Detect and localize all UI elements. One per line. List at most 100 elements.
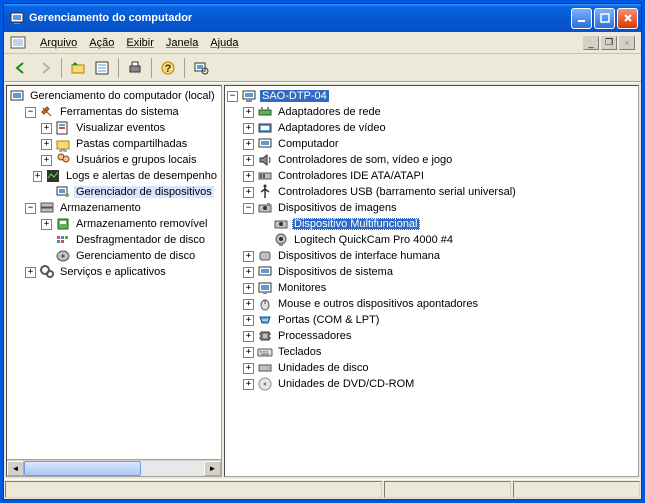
expand-toggle[interactable]: + (41, 219, 52, 230)
device-system[interactable]: +Dispositivos de sistema (227, 264, 636, 280)
tree-root[interactable]: Gerenciamento do computador (local) (9, 88, 219, 104)
device-imaging[interactable]: −Dispositivos de imagens (227, 200, 636, 216)
computer-management-window: Gerenciamento do computador Arquivo Ação… (3, 3, 642, 500)
minimize-button[interactable] (571, 8, 592, 29)
collapse-toggle[interactable]: − (243, 203, 254, 214)
tree-event-viewer[interactable]: + Visualizar eventos (9, 120, 219, 136)
tree-defrag[interactable]: Desfragmentador de disco (9, 232, 219, 248)
device-dvd-drives[interactable]: +Unidades de DVD/CD-ROM (227, 376, 636, 392)
device-mice[interactable]: +Mouse e outros dispositivos apontadores (227, 296, 636, 312)
right-pane: − SAO-DTP-04 +Adaptadores de rede +Adapt… (224, 85, 639, 477)
mmc-icon (10, 35, 26, 51)
device-computer[interactable]: + Computador (227, 136, 636, 152)
tree-device-manager[interactable]: Gerenciador de dispositivos (9, 184, 219, 200)
expand-toggle[interactable]: + (243, 379, 254, 390)
svg-text:?: ? (165, 63, 172, 75)
properties-button[interactable] (91, 57, 113, 79)
menu-ajuda[interactable]: Ajuda (204, 35, 244, 51)
node-label: Dispositivos de interface humana (276, 250, 442, 262)
device-multifunctional[interactable]: Dispositivo Multifuncional (227, 216, 636, 232)
scroll-thumb[interactable] (24, 461, 141, 476)
device-disk-drives[interactable]: +Unidades de disco (227, 360, 636, 376)
menu-arquivo[interactable]: Arquivo (34, 35, 83, 51)
webcam-icon (273, 232, 289, 248)
node-label: Computador (276, 138, 341, 150)
tree-system-tools[interactable]: − Ferramentas do sistema (9, 104, 219, 120)
scroll-left-button[interactable]: ◄ (7, 461, 24, 476)
expand-toggle[interactable]: + (33, 171, 42, 182)
expand-toggle[interactable]: + (243, 155, 254, 166)
device-ports[interactable]: +Portas (COM & LPT) (227, 312, 636, 328)
collapse-toggle[interactable]: − (25, 107, 36, 118)
device-keyboards[interactable]: +Teclados (227, 344, 636, 360)
expand-toggle[interactable]: + (243, 107, 254, 118)
menu-acao[interactable]: Ação (83, 35, 120, 51)
scan-hardware-button[interactable] (190, 57, 212, 79)
expand-toggle[interactable]: + (25, 267, 36, 278)
device-root[interactable]: − SAO-DTP-04 (227, 88, 636, 104)
device-video-adapters[interactable]: +Adaptadores de vídeo (227, 120, 636, 136)
print-button[interactable] (124, 57, 146, 79)
device-sound[interactable]: +Controladores de som, vídeo e jogo (227, 152, 636, 168)
tree-removable-storage[interactable]: + Armazenamento removível (9, 216, 219, 232)
up-folder-button[interactable] (67, 57, 89, 79)
console-tree[interactable]: Gerenciamento do computador (local) − Fe… (7, 86, 221, 459)
left-horizontal-scrollbar[interactable]: ◄ ► (7, 459, 221, 476)
maximize-button[interactable] (594, 8, 615, 29)
device-webcam[interactable]: Logitech QuickCam Pro 4000 #4 (227, 232, 636, 248)
expand-toggle[interactable]: + (243, 251, 254, 262)
device-ide[interactable]: +Controladores IDE ATA/ATAPI (227, 168, 636, 184)
device-monitors[interactable]: +Monitores (227, 280, 636, 296)
device-net-adapters[interactable]: +Adaptadores de rede (227, 104, 636, 120)
close-button[interactable] (617, 8, 638, 29)
expand-toggle[interactable]: + (243, 347, 254, 358)
expand-toggle[interactable]: + (243, 283, 254, 294)
tree-shared-folders[interactable]: + Pastas compartilhadas (9, 136, 219, 152)
node-label: Armazenamento removível (74, 218, 209, 230)
toolbar-separator (151, 58, 152, 78)
node-label: Logs e alertas de desempenho (64, 170, 219, 182)
device-processors[interactable]: +Processadores (227, 328, 636, 344)
help-button[interactable]: ? (157, 57, 179, 79)
dvd-drive-icon (257, 376, 273, 392)
tree-users-groups[interactable]: + Usuários e grupos locais (9, 152, 219, 168)
expand-toggle[interactable]: + (243, 363, 254, 374)
scroll-track[interactable] (24, 461, 204, 476)
expand-toggle[interactable]: + (243, 171, 254, 182)
tree-perf-logs[interactable]: + Logs e alertas de desempenho (9, 168, 219, 184)
device-tree[interactable]: − SAO-DTP-04 +Adaptadores de rede +Adapt… (225, 86, 638, 394)
device-hid[interactable]: + Dispositivos de interface humana (227, 248, 636, 264)
expand-toggle[interactable]: + (243, 315, 254, 326)
node-label: Gerenciamento de disco (74, 250, 197, 262)
expand-toggle[interactable]: + (243, 267, 254, 278)
computer-mgmt-icon (9, 88, 25, 104)
titlebar[interactable]: Gerenciamento do computador (4, 4, 641, 32)
menu-exibir[interactable]: Exibir (120, 35, 160, 51)
forward-button[interactable] (34, 57, 56, 79)
expand-toggle[interactable]: + (243, 123, 254, 134)
back-button[interactable] (10, 57, 32, 79)
tree-storage[interactable]: − Armazenamento (9, 200, 219, 216)
workspace: Gerenciamento do computador (local) − Fe… (4, 82, 641, 479)
node-label: Gerenciador de dispositivos (74, 186, 214, 198)
disk-mgmt-icon (55, 248, 71, 264)
collapse-toggle[interactable]: − (25, 203, 36, 214)
tree-services[interactable]: + Serviços e aplicativos (9, 264, 219, 280)
display-adapter-icon (257, 120, 273, 136)
expand-toggle[interactable]: + (243, 331, 254, 342)
event-viewer-icon (55, 120, 71, 136)
tree-disk-mgmt[interactable]: Gerenciamento de disco (9, 248, 219, 264)
expand-toggle[interactable]: + (41, 139, 52, 150)
collapse-toggle[interactable]: − (227, 91, 238, 102)
mdi-restore-button[interactable]: ❐ (601, 36, 617, 50)
mdi-close-button[interactable]: × (619, 36, 635, 50)
scroll-right-button[interactable]: ► (204, 461, 221, 476)
device-usb[interactable]: +Controladores USB (barramento serial un… (227, 184, 636, 200)
expand-toggle[interactable]: + (243, 187, 254, 198)
menu-janela[interactable]: Janela (160, 35, 204, 51)
expand-toggle[interactable]: + (41, 155, 52, 166)
expand-toggle[interactable]: + (41, 123, 52, 134)
expand-toggle[interactable]: + (243, 299, 254, 310)
expand-toggle[interactable]: + (243, 139, 254, 150)
mdi-minimize-button[interactable]: _ (583, 36, 599, 50)
